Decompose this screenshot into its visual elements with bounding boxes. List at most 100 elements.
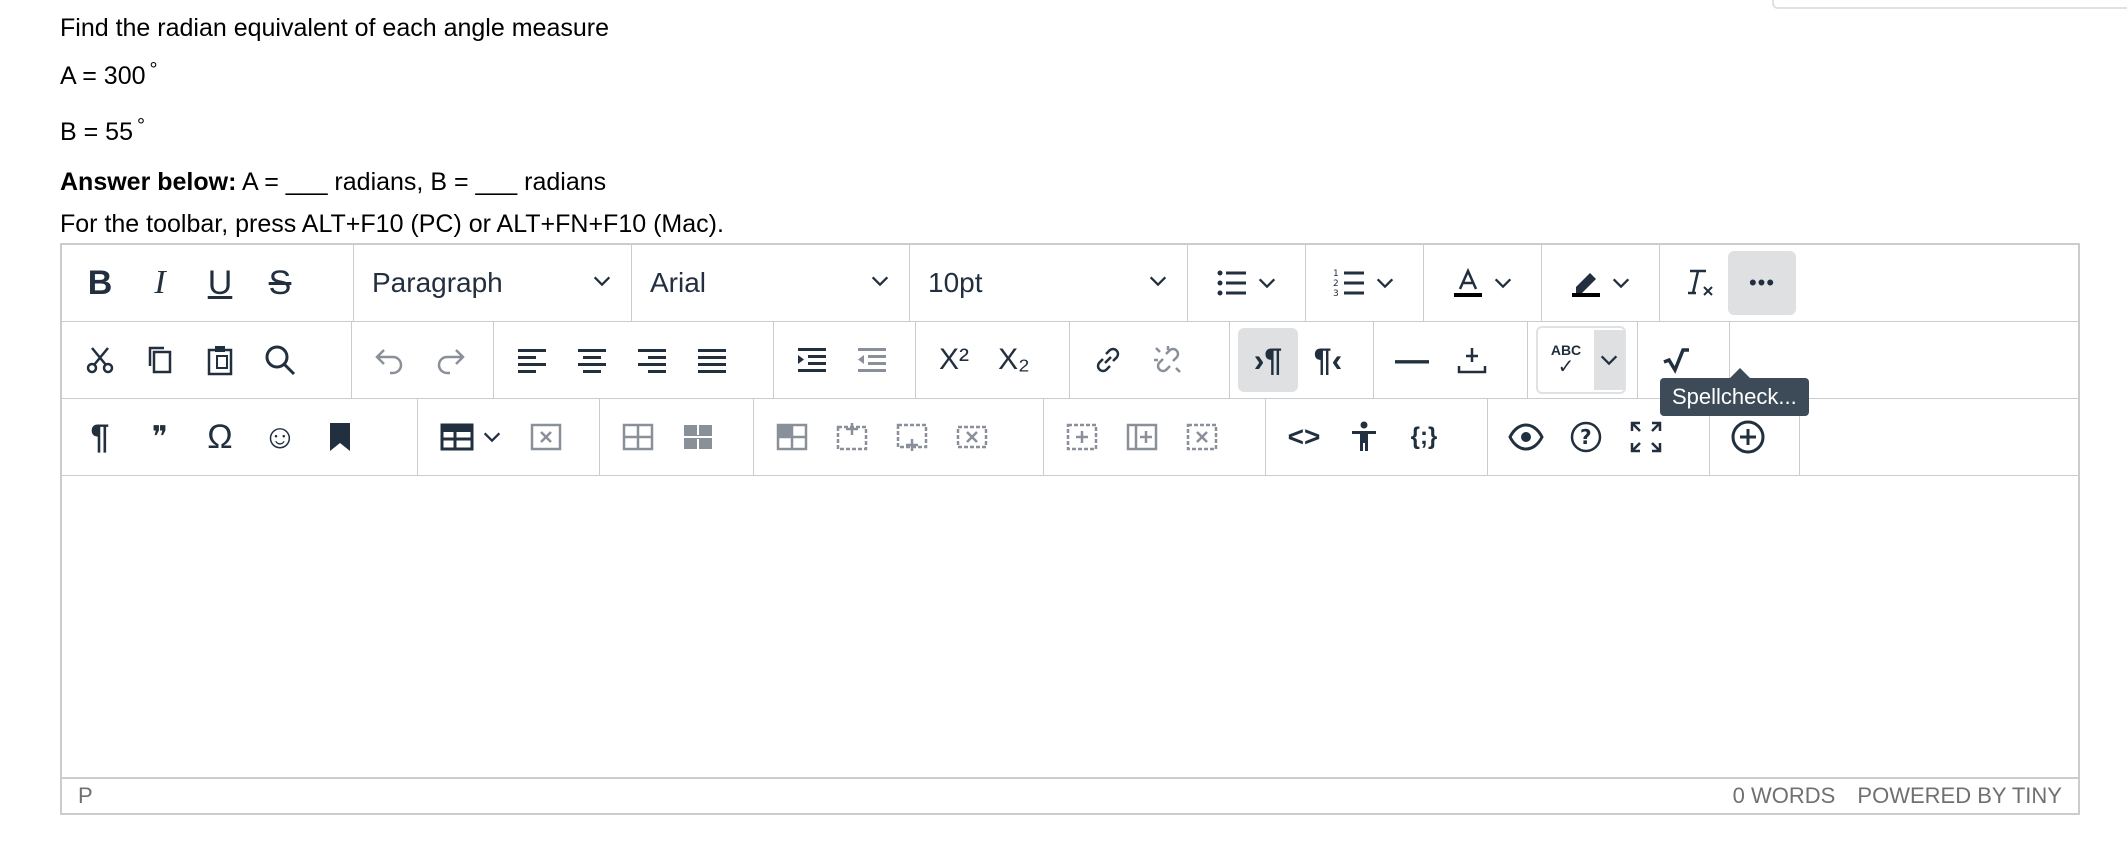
more-button[interactable]: •••	[1728, 251, 1796, 315]
align-right-button[interactable]	[622, 328, 682, 392]
ltr-button[interactable]: ›¶	[1238, 328, 1298, 392]
undo-button[interactable]	[360, 328, 420, 392]
clipboard-icon	[207, 346, 233, 376]
bookmark-icon	[330, 423, 350, 451]
justify-button[interactable]	[682, 328, 742, 392]
block-format-select[interactable]: Paragraph	[354, 251, 631, 315]
indent-button[interactable]	[782, 328, 842, 392]
page-break-button[interactable]	[1442, 328, 1502, 392]
show-blocks-button[interactable]: ¶	[70, 405, 130, 469]
powered-by-link[interactable]: POWERED BY TINY	[1857, 783, 2062, 808]
table-row-group	[754, 399, 1044, 475]
superscript-button[interactable]: X²	[924, 328, 984, 392]
rtl-button[interactable]: ¶‹	[1298, 328, 1358, 392]
insert-column-after-button[interactable]	[1112, 405, 1172, 469]
word-count[interactable]: 0 WORDS	[1733, 783, 1836, 808]
code-icon: <>	[1287, 421, 1321, 452]
numbered-list-icon: 123	[1333, 269, 1364, 299]
strikethrough-button[interactable]: S	[250, 251, 310, 315]
paste-button[interactable]	[190, 328, 250, 392]
outdent-button[interactable]	[842, 328, 902, 392]
spellcheck-icon: ABC ✓	[1551, 343, 1581, 377]
link-icon	[1096, 347, 1120, 373]
square-root-icon	[1663, 348, 1689, 374]
special-character-button[interactable]: Ω	[190, 405, 250, 469]
highlight-color-group	[1542, 245, 1660, 321]
emoji-icon: ☺	[262, 417, 298, 456]
align-left-icon	[518, 349, 546, 373]
align-left-button[interactable]	[502, 328, 562, 392]
text-color-button[interactable]	[1432, 251, 1532, 315]
copy-button[interactable]	[130, 328, 190, 392]
table-cell-icon	[622, 423, 654, 451]
bold-button[interactable]: B	[70, 251, 130, 315]
delete-column-button[interactable]	[1172, 405, 1232, 469]
subscript-button[interactable]: X₂	[984, 328, 1044, 392]
spellcheck-button[interactable]: ABC ✓	[1538, 328, 1594, 392]
link-group	[1070, 322, 1230, 398]
chevron-down-icon	[1256, 264, 1278, 303]
numbered-list-button[interactable]: 123	[1314, 251, 1414, 315]
answer-line: Answer below: A = ___ radians, B = ___ r…	[60, 168, 606, 197]
source-code-button[interactable]: <>	[1274, 405, 1334, 469]
chevron-down-icon[interactable]	[1594, 330, 1624, 390]
table-merge-icon	[684, 425, 712, 449]
font-family-select[interactable]: Arial	[632, 251, 909, 315]
spellcheck-tooltip: Spellcheck...	[1660, 368, 1809, 416]
font-size-select[interactable]: 10pt	[910, 251, 1187, 315]
unlink-button[interactable]	[1138, 328, 1198, 392]
svg-text:3: 3	[1333, 289, 1339, 299]
align-center-button[interactable]	[562, 328, 622, 392]
blockquote-button[interactable]: ❞	[130, 405, 190, 469]
font-size-value: 10pt	[928, 267, 983, 298]
editor-content-area[interactable]	[62, 476, 2078, 776]
redo-button[interactable]	[420, 328, 480, 392]
check-icon: ✓	[1557, 356, 1575, 378]
help-button[interactable]: ?	[1556, 405, 1616, 469]
ltr-icon: ›¶	[1253, 341, 1283, 378]
bold-icon: B	[87, 263, 113, 302]
answer-label: Answer below:	[60, 168, 237, 196]
insert-row-before-button[interactable]	[822, 405, 882, 469]
bookmark-button[interactable]	[310, 405, 370, 469]
omega-icon: Ω	[207, 417, 233, 456]
horizontal-line-button[interactable]: —	[1382, 328, 1442, 392]
table-cell-props-button[interactable]	[608, 405, 668, 469]
delete-table-button[interactable]	[516, 405, 576, 469]
insert-row-after-button[interactable]	[882, 405, 942, 469]
code-sample-button[interactable]: {;}	[1394, 405, 1454, 469]
table-merge-button[interactable]	[668, 405, 728, 469]
find-replace-button[interactable]	[250, 328, 310, 392]
align-right-icon	[638, 349, 666, 373]
table-row-props-button[interactable]	[762, 405, 822, 469]
table-group	[418, 399, 600, 475]
spellcheck-icon-text: ABC	[1550, 342, 1582, 358]
block-format-group: Paragraph	[354, 245, 632, 321]
spellcheck-split-button[interactable]: ABC ✓	[1536, 326, 1626, 394]
table-column-group	[1044, 399, 1266, 475]
highlight-color-button[interactable]	[1550, 251, 1650, 315]
accessibility-icon	[1352, 421, 1376, 451]
top-right-frame	[1772, 0, 2127, 9]
table-button[interactable]	[426, 405, 516, 469]
delete-row-button[interactable]	[942, 405, 1002, 469]
table-icon	[440, 423, 474, 451]
underline-button[interactable]: U	[190, 251, 250, 315]
cut-button[interactable]	[70, 328, 130, 392]
bullet-list-button[interactable]	[1196, 251, 1296, 315]
insert-link-button[interactable]	[1078, 328, 1138, 392]
scissors-icon	[86, 347, 114, 374]
clear-formatting-button[interactable]	[1668, 251, 1728, 315]
accessibility-checker-button[interactable]	[1334, 405, 1394, 469]
emoticons-button[interactable]: ☺	[250, 405, 310, 469]
copy-icon	[148, 346, 172, 374]
paragraph-icon: ¶	[90, 417, 110, 456]
fullscreen-icon	[1630, 421, 1662, 453]
insert-column-before-button[interactable]	[1052, 405, 1112, 469]
italic-button[interactable]: I	[130, 251, 190, 315]
element-path[interactable]: P	[78, 783, 93, 809]
font-family-group: Arial	[632, 245, 910, 321]
history-group	[352, 322, 494, 398]
preview-button[interactable]	[1496, 405, 1556, 469]
chevron-down-icon	[1147, 267, 1169, 299]
